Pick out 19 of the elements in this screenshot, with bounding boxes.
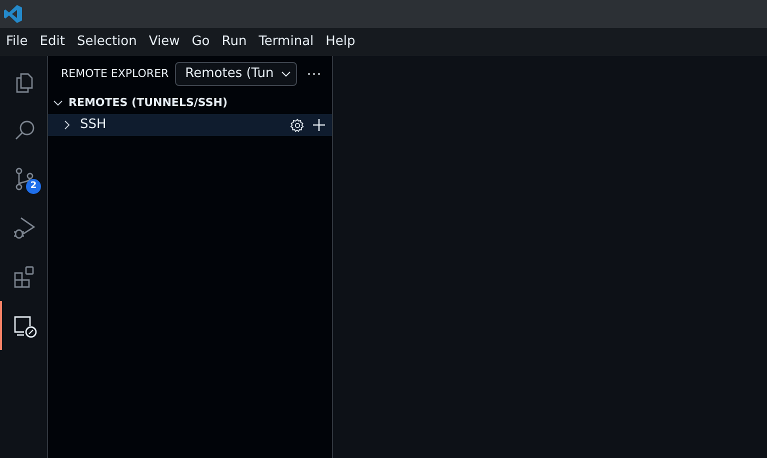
tree-item[interactable]: SSH [48, 114, 332, 136]
menu-item[interactable]: Go [186, 32, 216, 52]
count-badge: 2 [26, 179, 41, 194]
menu-item[interactable]: File [0, 32, 34, 52]
more-icon[interactable] [306, 72, 321, 76]
source-control-tab[interactable]: 2 [0, 154, 47, 203]
run-debug-icon [12, 214, 38, 240]
menu-item[interactable]: View [142, 32, 186, 52]
menu-item[interactable]: Run [216, 32, 253, 52]
menu-item[interactable]: Terminal [252, 32, 320, 52]
remotes-dropdown[interactable]: Remotes (Tun [175, 62, 298, 86]
menu-item[interactable]: Help [320, 32, 362, 52]
menu-item[interactable]: Selection [70, 32, 143, 52]
add-icon[interactable] [312, 118, 326, 132]
app-logo-icon [3, 4, 24, 24]
sidebar-title: REMOTE EXPLORER [61, 66, 169, 82]
menu-item[interactable]: Edit [34, 32, 71, 52]
section-header[interactable]: REMOTES (TUNNELS/SSH) [48, 92, 332, 114]
settings-icon[interactable] [290, 118, 305, 132]
